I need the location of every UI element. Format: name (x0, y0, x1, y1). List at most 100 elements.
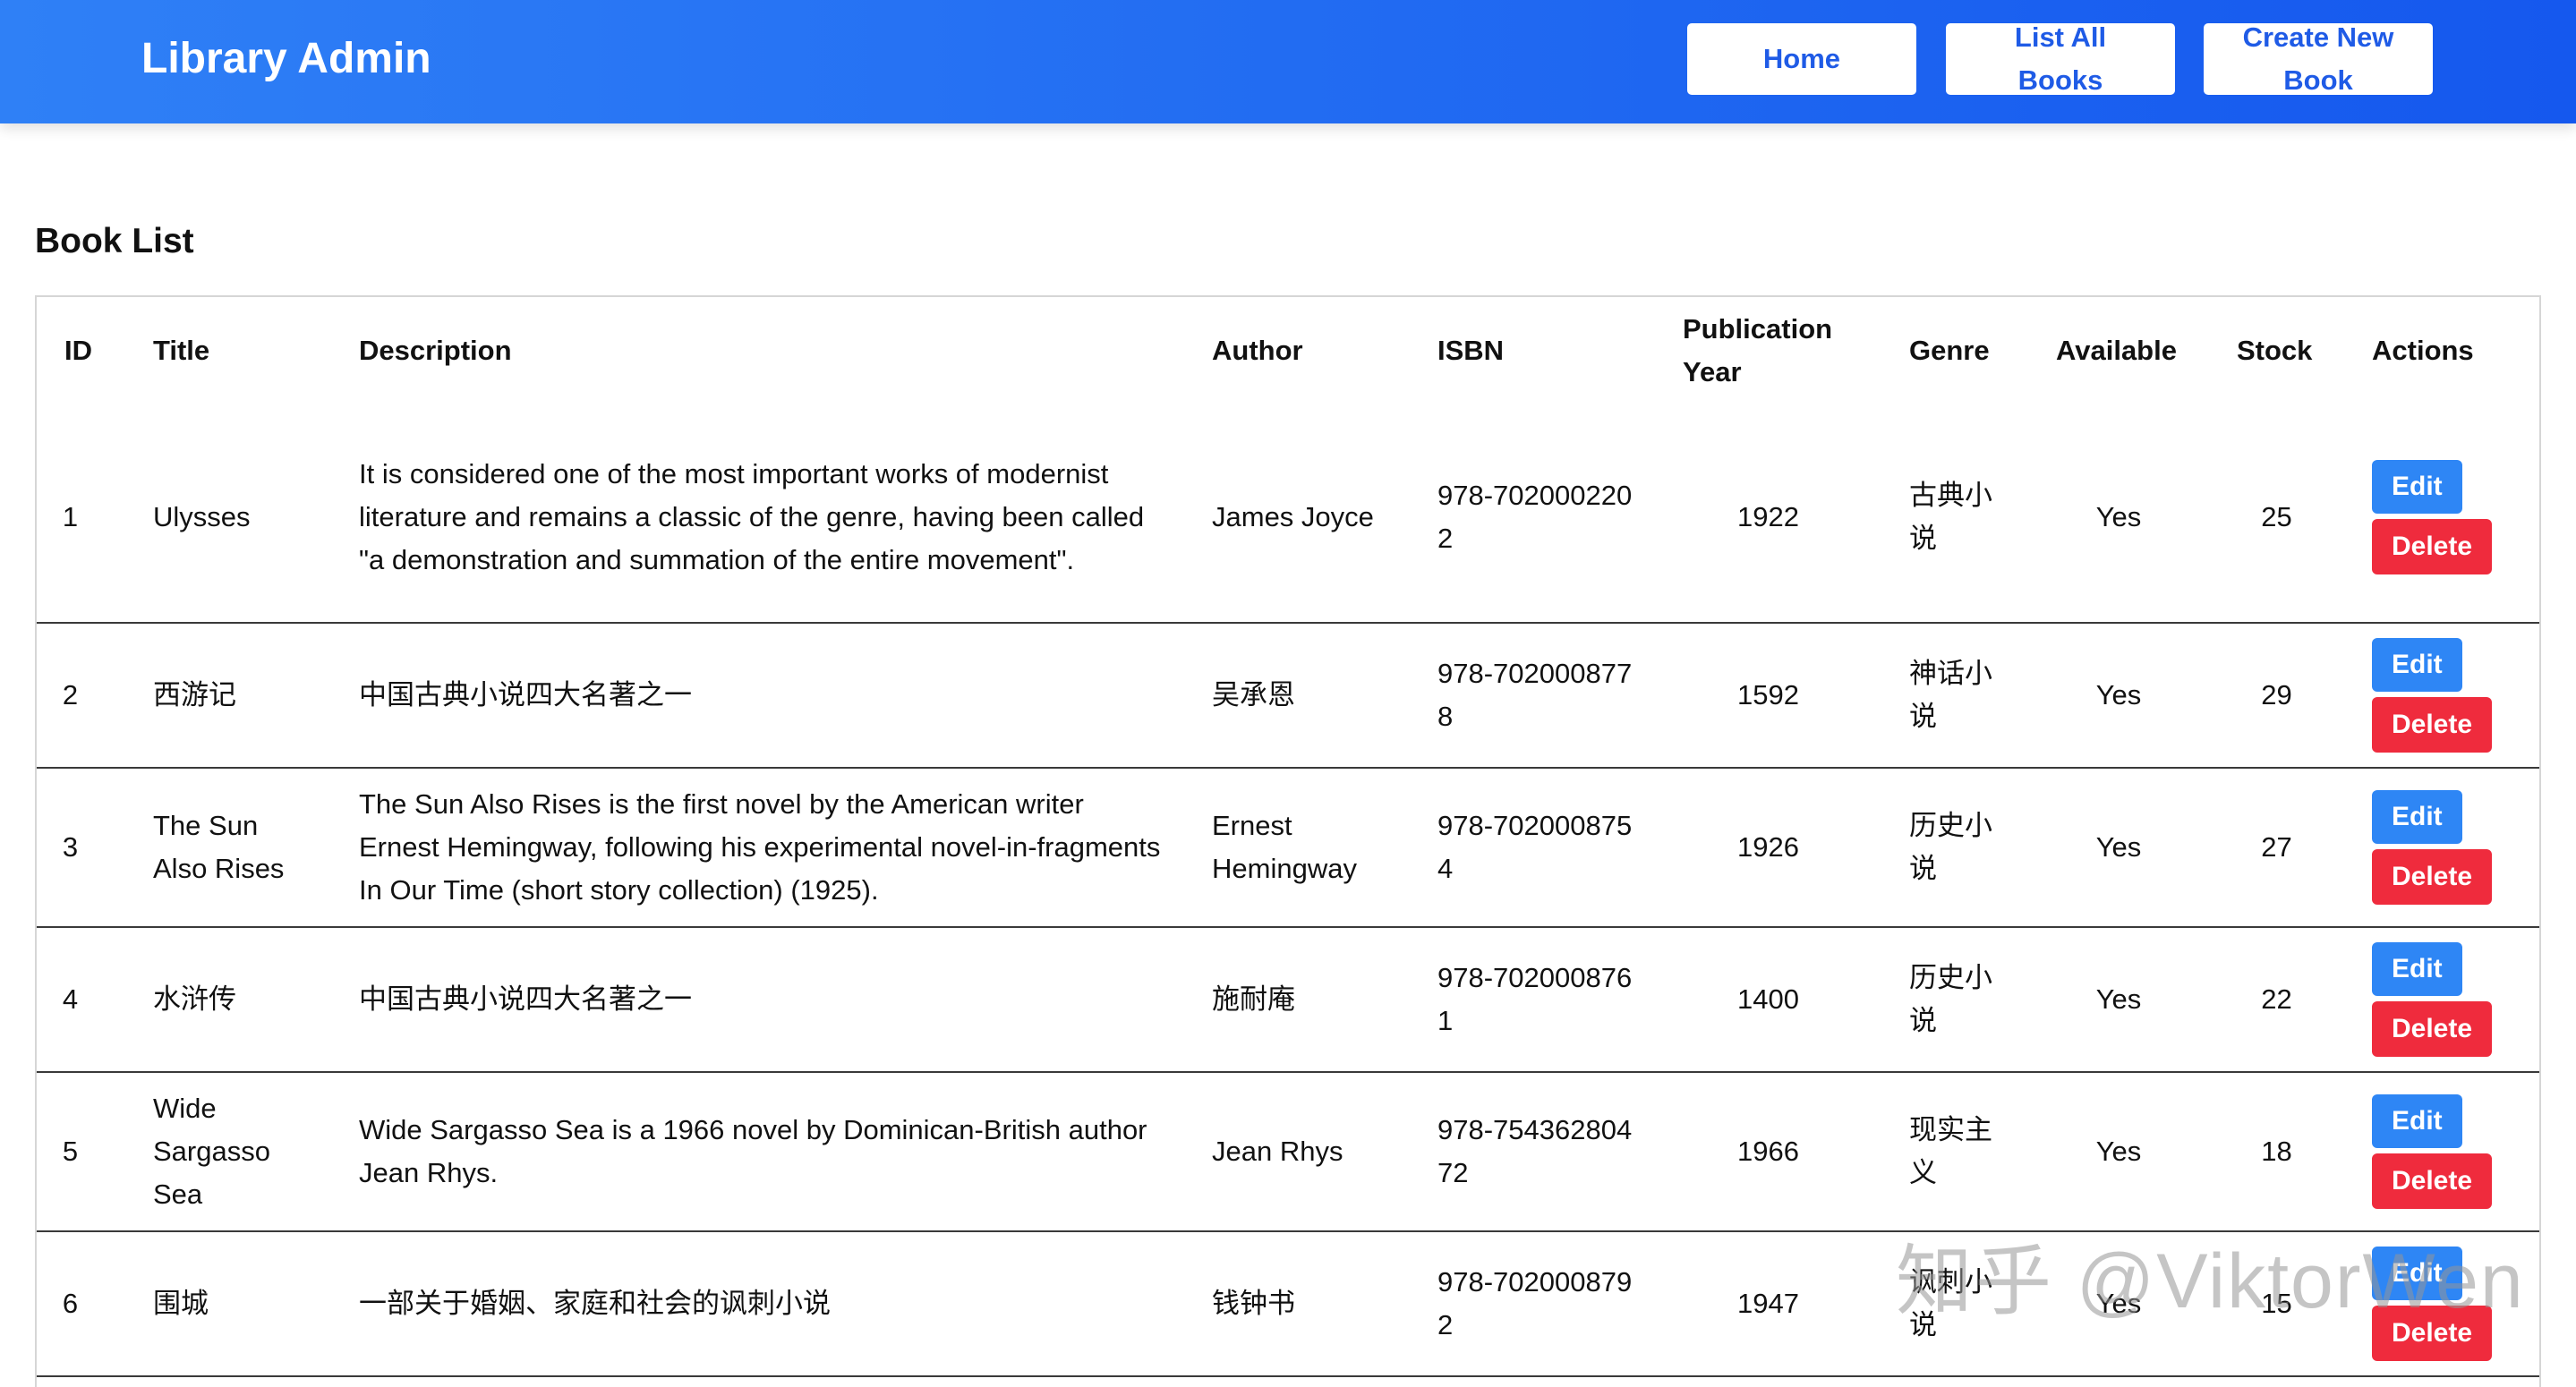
header-actions: Actions (2372, 335, 2474, 366)
cell-actions: Edit Delete (2344, 623, 2539, 769)
header-id: ID (64, 335, 92, 366)
cell-author: Jean Rhys (1184, 1072, 1410, 1232)
table-row: 2 西游记 中国古典小说四大名著之一 吴承恩 978-7020008778 15… (37, 623, 2539, 769)
cell-author: 钱钟书 (1184, 1231, 1410, 1377)
row-actions: Edit Delete (2372, 459, 2518, 574)
delete-button[interactable]: Delete (2372, 1306, 2493, 1361)
cell-year: 1926 (1655, 768, 1881, 928)
cell-stock: 22 (2209, 927, 2344, 1073)
cell-genre: 讽刺小说 (1881, 1231, 2028, 1377)
cell-isbn: 978-7020002202 (1410, 404, 1655, 624)
header-isbn: ISBN (1437, 335, 1505, 366)
table-row: 4 水浒传 中国古典小说四大名著之一 施耐庵 978-7020008761 14… (37, 927, 2539, 1073)
cell-genre: 现实主义 (1881, 1072, 2028, 1232)
cell-title: The Sun Also Rises (125, 768, 331, 928)
cell-available: Yes (2028, 768, 2209, 928)
cell-description: It is considered one of the most importa… (331, 404, 1184, 624)
delete-button[interactable]: Delete (2372, 697, 2493, 753)
cell-actions: Edit Delete (2344, 1072, 2539, 1232)
cell-year: 1592 (1655, 623, 1881, 769)
cell-isbn: 978-7020008792 (1410, 1231, 1655, 1377)
cell-stock: 29 (2209, 623, 2344, 769)
cell-actions: Edit Delete (2344, 1231, 2539, 1377)
table-header-row: ID Title Description Author ISBN Publica… (37, 297, 2539, 404)
cell-isbn: 978-7020008761 (1410, 927, 1655, 1073)
header-publication-year: Publication Year (1683, 313, 1833, 387)
cell-description: 一部关于婚姻、家庭和社会的讽刺小说 (331, 1231, 1184, 1377)
edit-button[interactable]: Edit (2372, 459, 2462, 514)
delete-button[interactable]: Delete (2372, 1001, 2493, 1057)
cell-actions: Edit Delete (2344, 404, 2539, 624)
cell-id: 3 (37, 768, 125, 928)
cell-stock: 15 (2209, 1231, 2344, 1377)
cell-title: 西游记 (125, 623, 331, 769)
cell-author: James Joyce (1184, 404, 1410, 624)
cell-genre: 历史小说 (1881, 927, 2028, 1073)
cell-title: Ulysses (125, 404, 331, 624)
delete-button[interactable]: Delete (2372, 849, 2493, 905)
cell-isbn: 978-7020008778 (1410, 623, 1655, 769)
cell-actions: Edit Delete (2344, 768, 2539, 928)
cell-description: The Sun Also Rises is the first novel by… (331, 768, 1184, 928)
table-row: 1 Ulysses It is considered one of the mo… (37, 404, 2539, 624)
header-stock: Stock (2237, 335, 2313, 366)
row-actions: Edit Delete (2372, 942, 2518, 1057)
cell-title: Wide Sargasso Sea (125, 1072, 331, 1232)
cell-year: 1947 (1655, 1231, 1881, 1377)
page-title: Book List (35, 222, 194, 260)
top-navbar: Library Admin Home List All Books Create… (0, 0, 2576, 123)
cell-year: 1400 (1655, 927, 1881, 1073)
edit-button[interactable]: Edit (2372, 790, 2462, 844)
cell-available: Yes (2028, 927, 2209, 1073)
header-author: Author (1212, 335, 1303, 366)
cell-description: 中国古典小说四大名著之一 (331, 927, 1184, 1073)
cell-author: 施耐庵 (1184, 927, 1410, 1073)
edit-button[interactable]: Edit (2372, 942, 2462, 996)
cell-stock: 18 (2209, 1072, 2344, 1232)
row-actions: Edit Delete (2372, 638, 2518, 753)
cell-title: 水浒传 (125, 927, 331, 1073)
delete-button[interactable]: Delete (2372, 1153, 2493, 1209)
cell-id: 4 (37, 927, 125, 1073)
delete-button[interactable]: Delete (2372, 518, 2493, 574)
book-table: ID Title Description Author ISBN Publica… (37, 297, 2539, 1377)
cell-stock: 25 (2209, 404, 2344, 624)
brand-title[interactable]: Library Admin (141, 32, 431, 86)
header-genre: Genre (1909, 335, 1990, 366)
table-row: 3 The Sun Also Rises The Sun Also Rises … (37, 768, 2539, 928)
cell-id: 1 (37, 404, 125, 624)
cell-genre: 古典小说 (1881, 404, 2028, 624)
cell-available: Yes (2028, 623, 2209, 769)
cell-author: 吴承恩 (1184, 623, 1410, 769)
cell-author: Ernest Hemingway (1184, 768, 1410, 928)
edit-button[interactable]: Edit (2372, 1094, 2462, 1148)
table-row: 5 Wide Sargasso Sea Wide Sargasso Sea is… (37, 1072, 2539, 1232)
cell-year: 1922 (1655, 404, 1881, 624)
home-button[interactable]: Home (1687, 23, 1916, 95)
cell-id: 2 (37, 623, 125, 769)
cell-genre: 神话小说 (1881, 623, 2028, 769)
list-all-books-button[interactable]: List All Books (1946, 21, 2175, 96)
cell-genre: 历史小说 (1881, 768, 2028, 928)
cell-available: Yes (2028, 404, 2209, 624)
cell-id: 5 (37, 1072, 125, 1232)
header-description: Description (359, 335, 512, 366)
cell-id: 6 (37, 1231, 125, 1377)
cell-title: 围城 (125, 1231, 331, 1377)
edit-button[interactable]: Edit (2372, 1247, 2462, 1300)
cell-available: Yes (2028, 1231, 2209, 1377)
book-table-container: ID Title Description Author ISBN Publica… (35, 295, 2541, 1387)
cell-description: Wide Sargasso Sea is a 1966 novel by Dom… (331, 1072, 1184, 1232)
create-new-book-button[interactable]: Create New Book (2204, 21, 2433, 96)
row-actions: Edit Delete (2372, 1094, 2518, 1209)
row-actions: Edit Delete (2372, 1247, 2518, 1361)
row-actions: Edit Delete (2372, 790, 2518, 905)
cell-actions: Edit Delete (2344, 927, 2539, 1073)
table-row: 6 围城 一部关于婚姻、家庭和社会的讽刺小说 钱钟书 978-702000879… (37, 1231, 2539, 1377)
header-available: Available (2056, 335, 2177, 366)
cell-stock: 27 (2209, 768, 2344, 928)
cell-year: 1966 (1655, 1072, 1881, 1232)
cell-available: Yes (2028, 1072, 2209, 1232)
edit-button[interactable]: Edit (2372, 638, 2462, 692)
cell-description: 中国古典小说四大名著之一 (331, 623, 1184, 769)
